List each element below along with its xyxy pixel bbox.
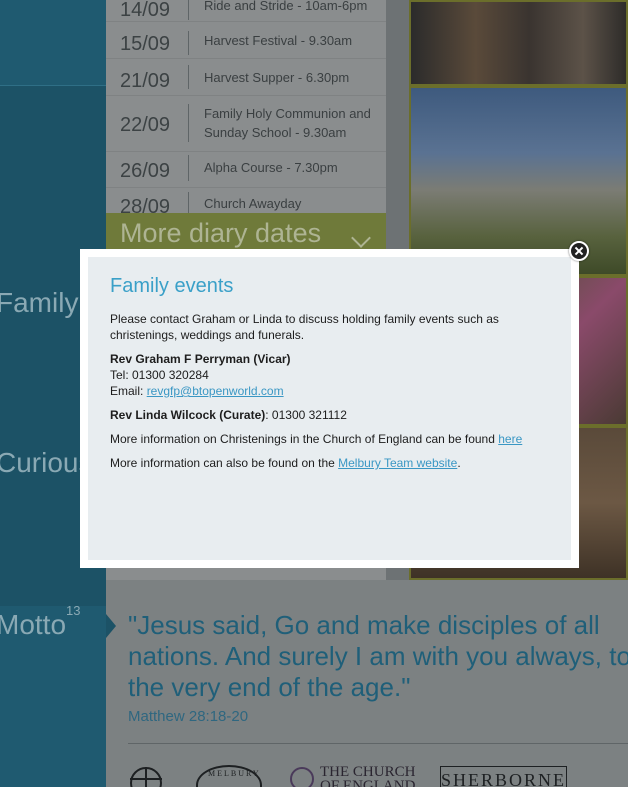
diary-date: 28/09 <box>120 196 171 213</box>
diary-text: Alpha Course - 7.30pm <box>204 160 338 175</box>
dialog-title: Family events <box>110 275 234 297</box>
curate-line: Rev Linda Wilcock (Curate): 01300 321112 <box>110 407 550 423</box>
motto-pointer <box>106 614 116 638</box>
christenings-text: More information on Christenings in the … <box>110 432 499 446</box>
diary-text: Harvest Festival - 9.30am <box>204 33 353 48</box>
photo-congregation[interactable] <box>409 0 628 86</box>
logo-strip: MELBURY THE CHURCH OF ENGLAND SHERBORNE <box>106 745 628 787</box>
team-line: More information can also be found on th… <box>110 455 550 471</box>
logo-text: THE CHURCH <box>320 764 416 780</box>
diary-separator <box>188 192 189 213</box>
diary-text: Family Holy Communion and Sunday School … <box>204 106 371 140</box>
dialog-body: Please contact Graham or Linda to discus… <box>110 311 550 479</box>
vicar-email-line: Email: revgfp@btopenworld.com <box>110 383 550 399</box>
church-of-england-logo[interactable]: THE CHURCH OF ENGLAND <box>320 765 415 787</box>
motto-reference: Matthew 28:18-20 <box>128 708 249 725</box>
intro-text: Please contact Graham or Linda to discus… <box>110 312 499 342</box>
diary-date: 15/09 <box>120 33 171 55</box>
melbury-logo-text: MELBURY <box>208 769 261 778</box>
divider <box>0 85 106 86</box>
divider <box>128 743 628 744</box>
motto-quote: "Jesus said, Go and make disciples of al… <box>128 610 628 703</box>
diary-separator <box>188 0 189 20</box>
section-label-motto: Motto13 <box>0 603 81 641</box>
diary-date: 22/09 <box>120 114 171 136</box>
more-diary-dates-label: More diary dates <box>120 218 322 248</box>
motto-label-text: Motto <box>0 609 67 640</box>
diary-date: 21/09 <box>120 70 171 92</box>
vicar-name-text: Rev Graham F Perryman (Vicar) <box>110 352 291 366</box>
sherborne-logo[interactable]: SHERBORNE <box>440 766 567 787</box>
quote-line: "Jesus said, Go and make disciples of al… <box>128 610 600 640</box>
vicar-email-link[interactable]: revgfp@btopenworld.com <box>147 384 284 398</box>
diary-row[interactable]: 14/09 Ride and Stride - 10am-6pm <box>106 0 386 22</box>
photo-church-exterior[interactable] <box>409 86 628 276</box>
diary-separator <box>188 155 189 181</box>
team-suffix: . <box>457 456 461 470</box>
diary-row[interactable]: 21/09 Harvest Supper - 6.30pm <box>106 59 386 96</box>
quote-line: nations. And surely I am with you always… <box>128 641 628 671</box>
diary-separator <box>188 65 189 89</box>
melbury-team-link[interactable]: Melbury Team website <box>338 456 457 470</box>
logo-text: OF ENGLAND <box>320 778 416 787</box>
dialog-content: Family events Please contact Graham or L… <box>88 257 571 560</box>
church-of-england-icon[interactable] <box>290 767 314 787</box>
diary-row[interactable]: 15/09 Harvest Festival - 9.30am <box>106 22 386 59</box>
email-label: Email: <box>110 384 147 398</box>
section-label-family: Family <box>0 287 79 318</box>
diary-text: Church Awayday <box>204 196 302 211</box>
section-label-curious: Curious <box>0 447 93 478</box>
diary-row[interactable]: 28/09 Church Awayday <box>106 188 386 213</box>
diary-date: 14/09 <box>120 0 171 21</box>
vicar-name: Rev Graham F Perryman (Vicar) <box>110 351 550 367</box>
cross-logo-icon[interactable] <box>130 767 162 787</box>
diary-row[interactable]: 22/09 Family Holy Communion and Sunday S… <box>106 96 386 152</box>
diary-separator <box>188 104 189 142</box>
diary-row[interactable]: 26/09 Alpha Course - 7.30pm <box>106 152 386 188</box>
team-text: More information can also be found on th… <box>110 456 339 470</box>
quote-line: the very end of the age." <box>128 672 411 702</box>
family-events-dialog: Family events Please contact Graham or L… <box>80 249 579 568</box>
more-diary-dates-button[interactable]: More diary dates <box>106 213 386 253</box>
christenings-line: More information on Christenings in the … <box>110 431 550 447</box>
melbury-logo[interactable]: MELBURY <box>196 765 262 787</box>
diary-text: Harvest Supper - 6.30pm <box>204 70 350 85</box>
close-icon[interactable] <box>569 241 589 261</box>
curate-name: Rev Linda Wilcock (Curate) <box>110 408 266 422</box>
vicar-tel: Tel: 01300 320284 <box>110 368 209 382</box>
curate-phone: : 01300 321112 <box>265 408 347 422</box>
diary-date: 26/09 <box>120 160 171 182</box>
christenings-link[interactable]: here <box>498 432 522 446</box>
motto-superscript: 13 <box>66 603 81 618</box>
chevron-down-icon <box>351 228 371 248</box>
diary-separator <box>188 31 189 55</box>
diary-text: Ride and Stride - 10am-6pm <box>204 0 368 13</box>
